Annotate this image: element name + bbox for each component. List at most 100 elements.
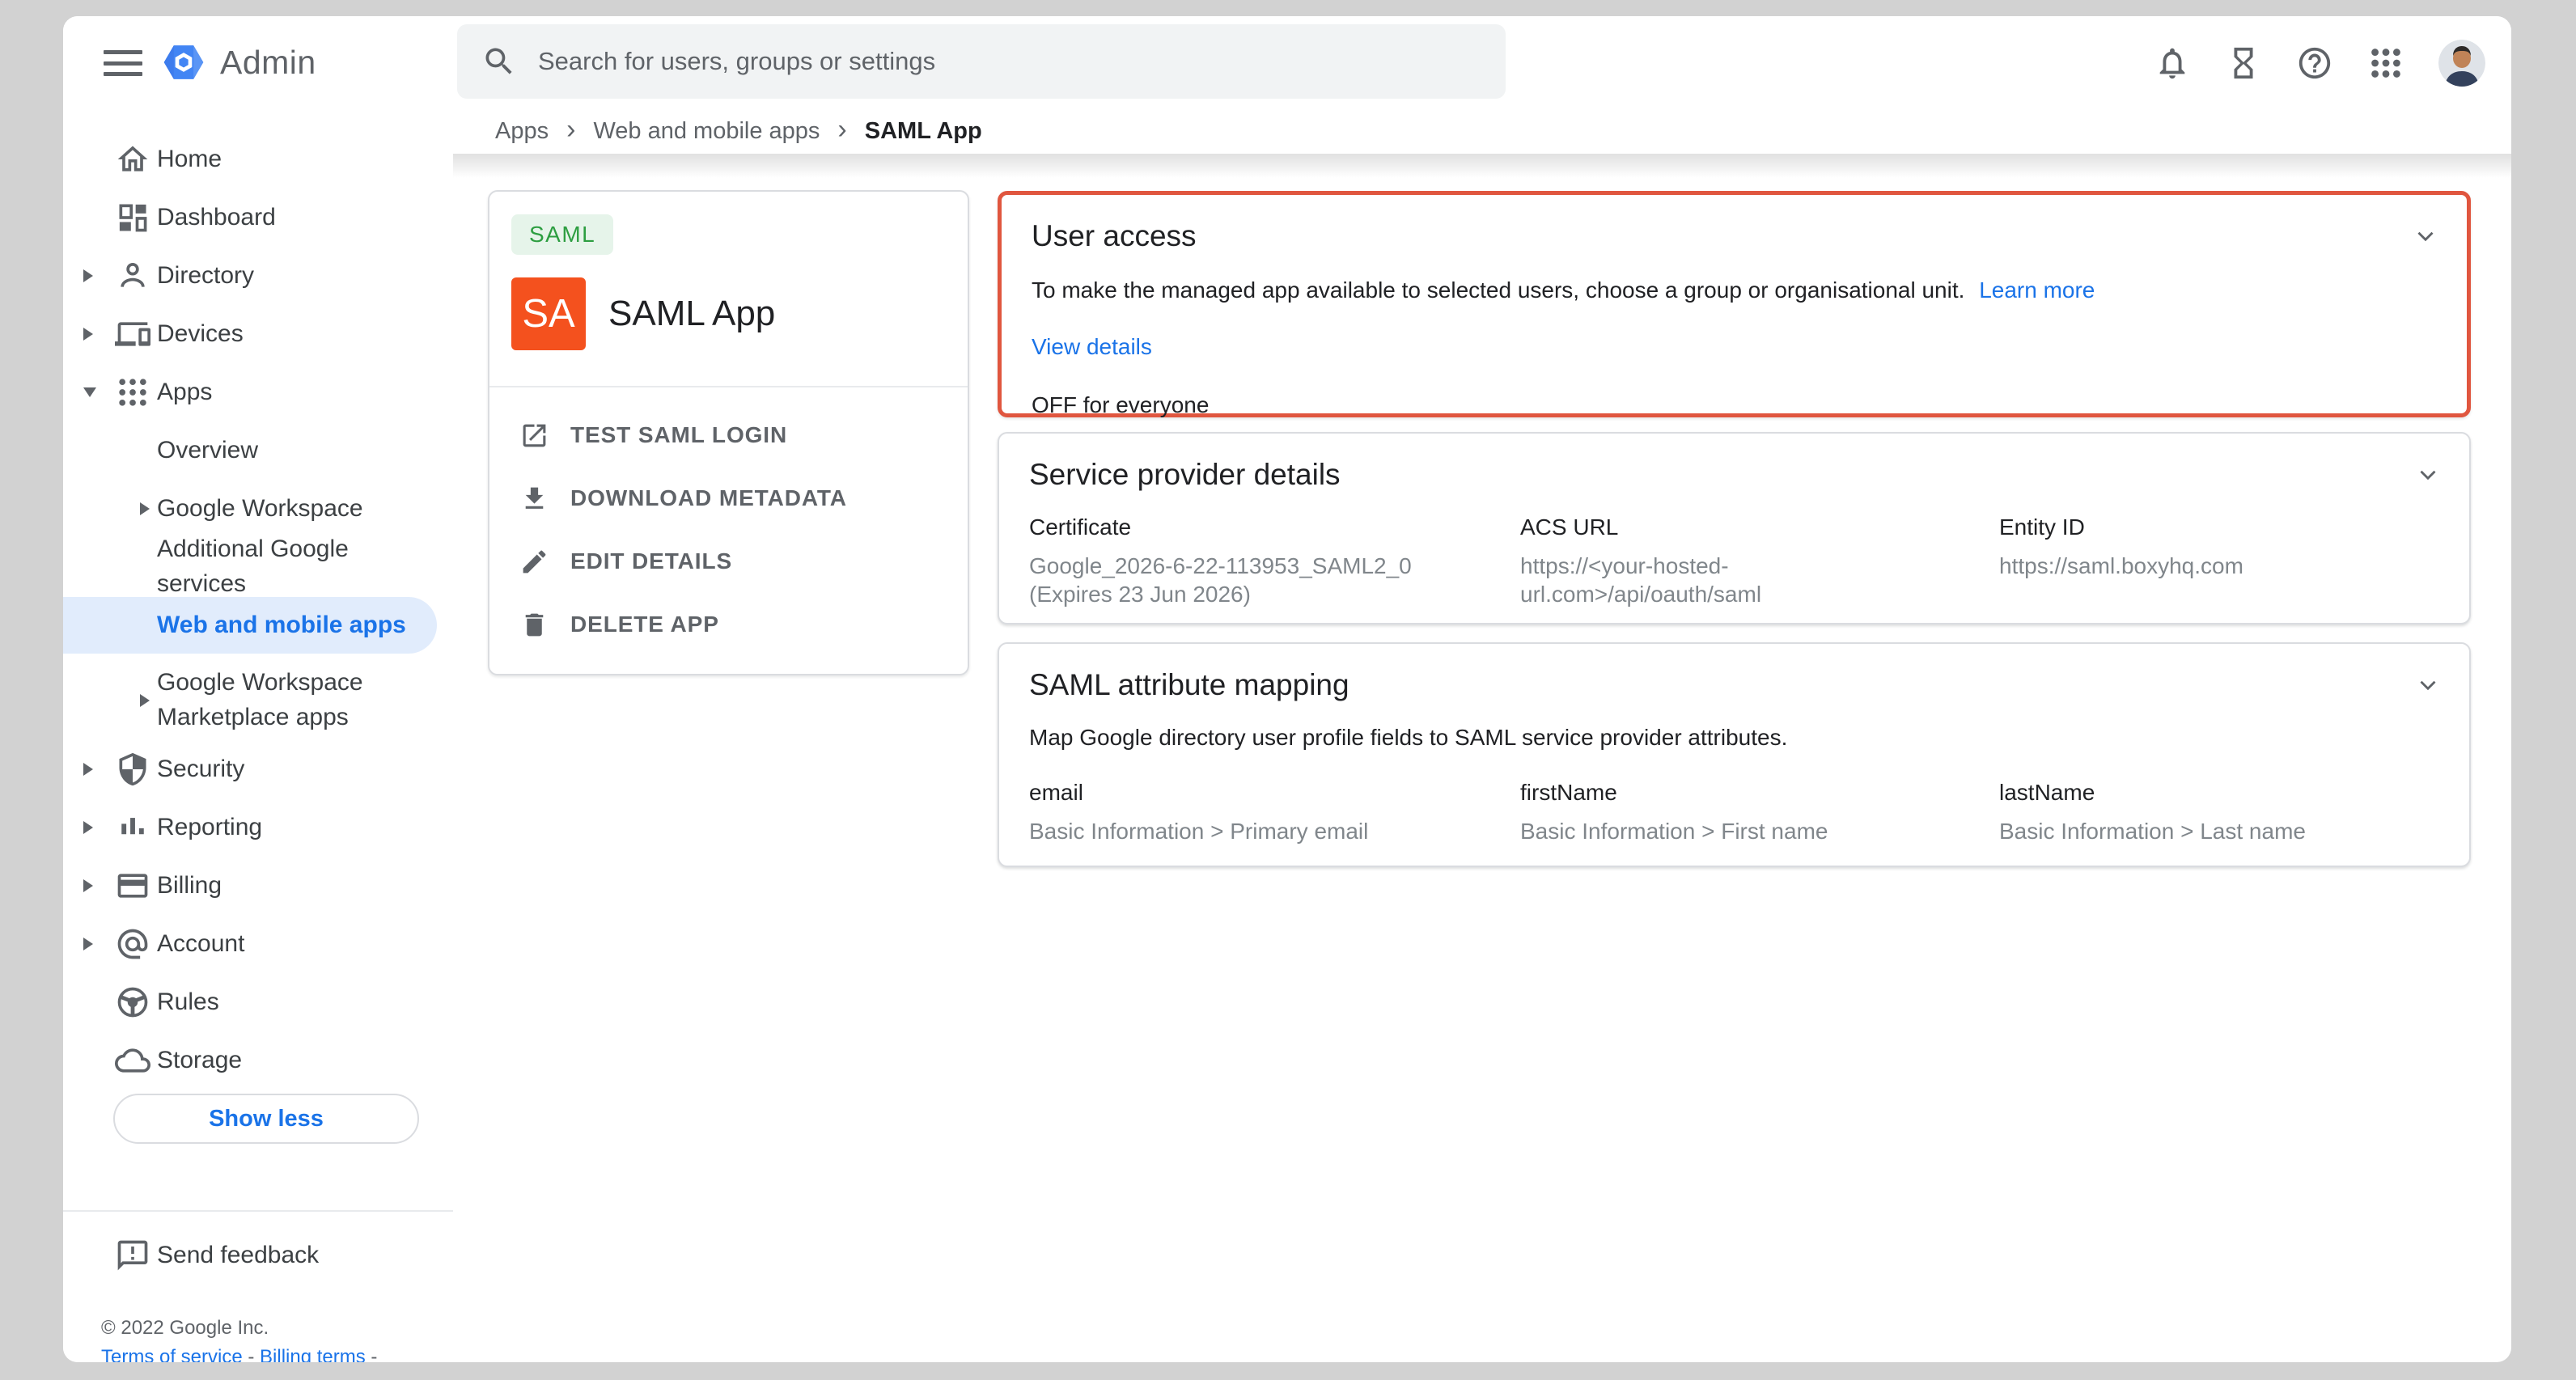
breadcrumb-separator: › (566, 116, 575, 143)
expand-arrow-icon (83, 879, 93, 892)
sidebar-item-web-and-mobile-apps[interactable]: Web and mobile apps (63, 597, 437, 654)
expand-arrow-icon (140, 694, 150, 707)
open-in-new-icon (519, 421, 549, 451)
chevron-down-icon[interactable] (2414, 671, 2442, 699)
sidebar-footer: © 2022 Google Inc. Terms of service - Bi… (101, 1315, 377, 1362)
admin-logo[interactable]: Admin (159, 37, 316, 87)
service-provider-title: Service provider details (1029, 458, 2437, 492)
entity-id-field: Entity ID https://saml.boxyhq.com (1999, 514, 2437, 608)
breadcrumb-web-and-mobile-apps[interactable]: Web and mobile apps (593, 118, 820, 145)
download-icon (519, 484, 549, 514)
feedback-icon (115, 1238, 150, 1273)
breadcrumb-separator: › (837, 116, 846, 143)
service-provider-panel: Service provider details Certificate Goo… (998, 432, 2471, 624)
user-access-panel: User access To make the managed app avai… (998, 191, 2471, 417)
cloud-icon (115, 1043, 150, 1078)
bar-chart-icon (115, 810, 150, 845)
app-title: SAML App (608, 294, 775, 334)
user-access-title: User access (1032, 219, 2434, 253)
expand-arrow-icon (83, 269, 93, 282)
breadcrumb-current: SAML App (865, 118, 982, 145)
at-sign-icon (115, 926, 150, 962)
app-identity: SA SAML App (511, 277, 775, 350)
dashboard-icon (115, 200, 150, 235)
sidebar-nav: Home Dashboard Directory Devices (63, 105, 453, 1362)
search-icon (481, 44, 517, 79)
user-access-description: To make the managed app available to sel… (1032, 277, 2434, 303)
notifications-bell-icon[interactable] (2154, 44, 2191, 82)
help-icon[interactable] (2296, 44, 2333, 82)
credit-card-icon (115, 868, 150, 904)
expand-arrow-icon (83, 763, 93, 776)
copyright-text: © 2022 Google Inc. (101, 1315, 377, 1341)
account-avatar[interactable] (2438, 40, 2485, 87)
pencil-icon (519, 547, 549, 577)
sidebar-item-dashboard[interactable]: Dashboard (63, 189, 437, 246)
sidebar-item-security[interactable]: Security (63, 741, 437, 798)
hourglass-tasks-icon[interactable] (2225, 44, 2262, 82)
attribute-mapping-title: SAML attribute mapping (1029, 668, 2437, 702)
test-saml-login-button[interactable]: TEST SAML LOGIN (489, 404, 968, 467)
header-icon-group (2154, 16, 2485, 109)
sidebar-item-reporting[interactable]: Reporting (63, 799, 437, 856)
download-metadata-button[interactable]: DOWNLOAD METADATA (489, 467, 968, 530)
google-apps-grid-icon[interactable] (2367, 44, 2404, 82)
chevron-down-icon[interactable] (2412, 222, 2439, 250)
email-mapping-field: email Basic Information > Primary email (1029, 780, 1520, 845)
send-feedback-button[interactable]: Send feedback (63, 1227, 437, 1284)
firstname-mapping-field: firstName Basic Information > First name (1520, 780, 1999, 845)
search-bar (457, 24, 1506, 99)
wheel-icon (115, 984, 150, 1020)
sidebar-item-additional-google-services[interactable]: Additional Google services (63, 539, 437, 595)
show-less-button[interactable]: Show less (113, 1094, 419, 1144)
sidebar-item-account[interactable]: Account (63, 916, 437, 972)
apps-grid-icon (115, 375, 150, 410)
sidebar-divider (63, 1210, 453, 1212)
view-details-link[interactable]: View details (1032, 334, 1152, 359)
expand-arrow-icon (83, 328, 93, 341)
acs-url-field: ACS URL https://<your-hosted- url.com>/a… (1520, 514, 1999, 608)
learn-more-link[interactable]: Learn more (1979, 277, 2095, 303)
billing-terms-link[interactable]: Billing terms (260, 1346, 366, 1362)
sidebar-item-overview[interactable]: Overview (63, 422, 437, 479)
sidebar-item-devices[interactable]: Devices (63, 306, 437, 362)
admin-console-page: Admin (63, 16, 2511, 1362)
sidebar-item-google-workspace[interactable]: Google Workspace (63, 480, 437, 537)
top-app-bar: Admin (63, 16, 2511, 109)
expand-arrow-icon (83, 821, 93, 834)
sidebar-item-gw-marketplace-apps[interactable]: Google Workspace Marketplace apps (63, 662, 437, 739)
admin-hexagon-icon (159, 37, 209, 87)
sidebar-item-apps[interactable]: Apps (63, 364, 437, 421)
sidebar-item-home[interactable]: Home (63, 131, 437, 188)
user-access-status: OFF for everyone (1032, 392, 2434, 418)
collapse-arrow-icon (83, 387, 96, 397)
sidebar-item-storage[interactable]: Storage (63, 1032, 437, 1089)
trash-icon (519, 610, 549, 640)
search-input[interactable] (538, 47, 1481, 76)
sidebar-item-directory[interactable]: Directory (63, 248, 437, 304)
shield-icon (115, 751, 150, 787)
attribute-mapping-description: Map Google directory user profile fields… (1029, 725, 2437, 751)
saml-app-card: SAML SA SAML App TEST SAML LOGIN DOWNLOA… (488, 190, 969, 675)
card-divider (489, 386, 968, 387)
chevron-down-icon[interactable] (2414, 461, 2442, 489)
home-icon (115, 142, 150, 177)
attribute-mapping-panel: SAML attribute mapping Map Google direct… (998, 642, 2471, 867)
lastname-mapping-field: lastName Basic Information > Last name (1999, 780, 2437, 845)
app-initials-avatar: SA (511, 277, 586, 350)
sidebar-item-billing[interactable]: Billing (63, 857, 437, 914)
product-name: Admin (220, 44, 316, 82)
certificate-field: Certificate Google_2026-6-22-113953_SAML… (1029, 514, 1520, 608)
terms-of-service-link[interactable]: Terms of service (101, 1346, 243, 1362)
sidebar-item-rules[interactable]: Rules (63, 974, 437, 1031)
breadcrumb-apps[interactable]: Apps (495, 118, 549, 145)
expand-arrow-icon (83, 938, 93, 950)
saml-type-badge: SAML (511, 214, 613, 255)
edit-details-button[interactable]: EDIT DETAILS (489, 530, 968, 593)
hamburger-menu-icon[interactable] (104, 49, 142, 78)
delete-app-button[interactable]: DELETE APP (489, 593, 968, 656)
header-scroll-shadow (453, 154, 2511, 178)
app-card-actions: TEST SAML LOGIN DOWNLOAD METADATA EDIT D… (489, 404, 968, 656)
expand-arrow-icon (140, 502, 150, 515)
devices-icon (115, 316, 150, 352)
